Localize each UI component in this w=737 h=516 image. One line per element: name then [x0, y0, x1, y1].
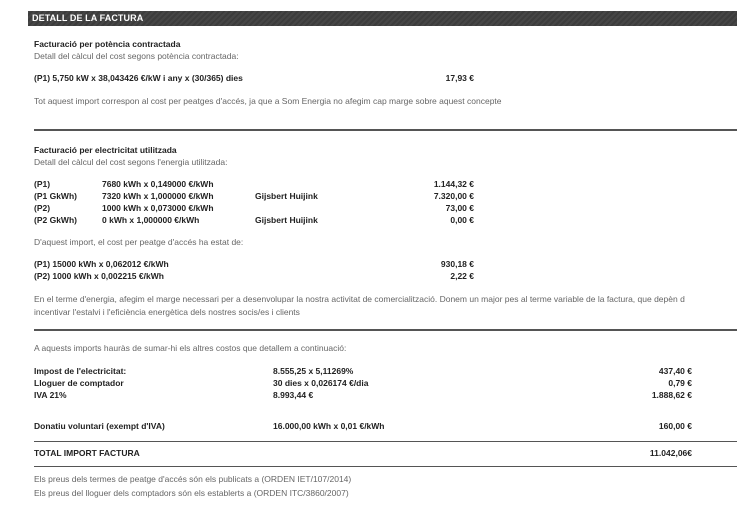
energy-section-subtitle: Detall del càlcul del cost segons l'ener… — [34, 157, 228, 167]
power-calc-line: (P1) 5,750 kW x 38,043426 €/kW i any x (… — [34, 73, 243, 83]
other-cost-label: Impost de l'electricitat: — [34, 366, 127, 376]
toll-calc: (P2) 1000 kWh x 0,002215 €/kWh — [34, 271, 164, 281]
energy-calc: 7320 kWh x 1,000000 €/kWh — [102, 191, 214, 201]
footer-line2: Els preus del lloguer dels comptadors só… — [34, 488, 349, 498]
other-cost-calc: 30 dies x 0,026174 €/dia — [273, 378, 369, 388]
invoice-detail-header: DETALL DE LA FACTURA — [28, 11, 737, 26]
other-cost-calc: 8.993,44 € — [273, 390, 314, 400]
energy-period: (P2 GkWh) — [34, 215, 77, 225]
energy-amount: 1.144,32 € — [433, 179, 474, 189]
other-cost-amount: 0,79 € — [668, 378, 692, 388]
other-cost-amount: 1.888,62 € — [651, 390, 692, 400]
energy-note-line2: incentivar l'estalvi i l'eficiència ener… — [34, 307, 300, 317]
other-cost-amount: 437,40 € — [658, 366, 692, 376]
toll-calc: (P1) 15000 kWh x 0,062012 €/kWh — [34, 259, 169, 269]
toll-intro: D'aquest import, el cost per peatge d'ac… — [34, 237, 244, 247]
energy-period: (P1) — [34, 179, 51, 189]
energy-amount: 0,00 € — [450, 215, 474, 225]
other-costs-intro: A aquests imports hauràs de sumar-hi els… — [34, 343, 347, 353]
section-divider — [34, 129, 737, 131]
energy-owner: Gijsbert Huijink — [255, 215, 318, 225]
total-divider-top — [34, 441, 737, 442]
other-cost-calc: 8.555,25 x 5,11269% — [273, 366, 354, 376]
donation-amount: 160,00 € — [658, 421, 692, 431]
toll-amount: 2,22 € — [450, 271, 474, 281]
energy-note-line1: En el terme d'energia, afegim el marge n… — [34, 294, 685, 304]
energy-amount: 7.320,00 € — [433, 191, 474, 201]
total-divider-bottom — [34, 466, 737, 467]
section-divider — [34, 329, 737, 331]
total-amount: 11.042,06€ — [649, 448, 692, 458]
power-section-subtitle: Detall del càlcul del cost segons potènc… — [34, 51, 239, 61]
energy-period: (P2) — [34, 203, 51, 213]
energy-owner: Gijsbert Huijink — [255, 191, 318, 201]
other-cost-label: Lloguer de comptador — [34, 378, 124, 388]
donation-label: Donatiu voluntari (exempt d'IVA) — [34, 421, 165, 431]
power-note: Tot aquest import correspon al cost per … — [34, 96, 502, 106]
power-section-title: Facturació per potència contractada — [34, 39, 181, 49]
energy-period: (P1 GkWh) — [34, 191, 77, 201]
footer-line1: Els preus dels termes de peatge d'accés … — [34, 474, 352, 484]
energy-calc: 0 kWh x 1,000000 €/kWh — [102, 215, 200, 225]
other-cost-label: IVA 21% — [34, 390, 67, 400]
energy-calc: 7680 kWh x 0,149000 €/kWh — [102, 179, 214, 189]
power-amount: 17,93 € — [445, 73, 474, 83]
total-label: TOTAL IMPORT FACTURA — [34, 448, 140, 458]
energy-calc: 1000 kWh x 0,073000 €/kWh — [102, 203, 214, 213]
donation-calc: 16.000,00 kWh x 0,01 €/kWh — [273, 421, 385, 431]
energy-amount: 73,00 € — [445, 203, 474, 213]
energy-section-title: Facturació per electricitat utilitzada — [34, 145, 177, 155]
toll-amount: 930,18 € — [440, 259, 474, 269]
